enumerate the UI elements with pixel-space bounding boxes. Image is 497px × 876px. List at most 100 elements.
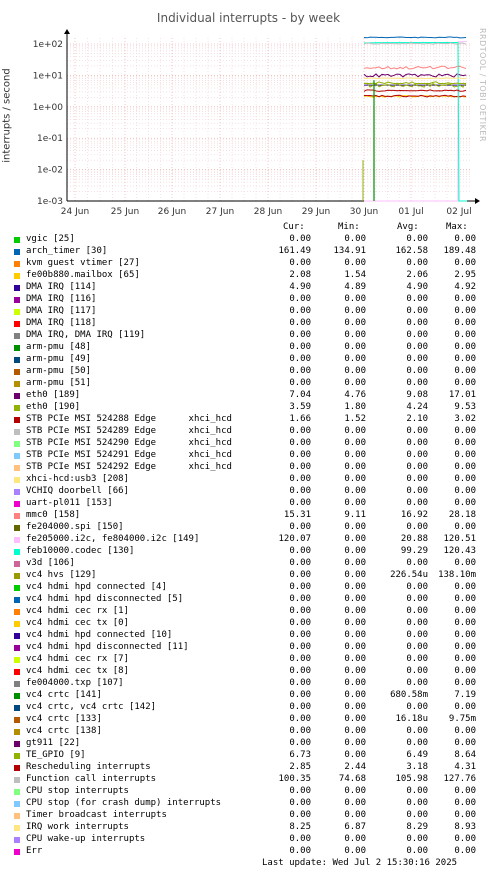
legend-row: Function call interrupts 100.35 74.68 105.9… [0, 774, 497, 786]
legend-max-value: 0.00 [454, 834, 476, 844]
legend-swatch [14, 561, 20, 567]
legend-max-value: 0.00 [454, 846, 476, 856]
legend-max-value: 0.00 [454, 306, 476, 316]
legend-cur-value: 0.00 [289, 486, 311, 496]
legend-series-name: vc4 hdmi hpd connected [10] [26, 630, 173, 640]
legend-series-name: vc4 hdmi hpd connected [4] [26, 582, 167, 592]
legend-max-value: 0.00 [454, 594, 476, 604]
y-tick-label: 1e+01 [33, 71, 63, 81]
legend-row: CPU stop (for crash dump) interrupts 0.00… [0, 798, 497, 810]
legend-row: IRQ work interrupts 8.25 6.87 8.29 8.93 [0, 822, 497, 834]
legend-series-name: CPU stop (for crash dump) interrupts [26, 798, 222, 808]
legend-swatch [14, 549, 20, 555]
y-axis-arrow [64, 29, 70, 34]
legend-max-value: 0.00 [454, 618, 476, 628]
legend-cur-value: 0.00 [289, 306, 311, 316]
legend-swatch [14, 345, 20, 351]
legend-max-value: 0.00 [454, 354, 476, 364]
legend-min-value: 0.00 [344, 702, 366, 712]
legend-row: feb10000.codec [130] 0.00 0.00 99.29 120.43 [0, 546, 497, 558]
legend-max-value: 127.76 [443, 774, 476, 784]
legend-swatch [14, 297, 20, 303]
legend-min-value: 6.87 [344, 822, 366, 832]
legend-cur-value: 0.00 [289, 798, 311, 808]
legend-swatch [14, 633, 20, 639]
legend-series-name: vc4 crtc [141] [26, 690, 102, 700]
legend-swatch [14, 489, 20, 495]
legend-swatch [14, 273, 20, 279]
legend-cur-value: 6.73 [289, 750, 311, 760]
legend-swatch [14, 741, 20, 747]
legend-swatch [14, 417, 20, 423]
series-line [363, 77, 467, 80]
y-tick-label: 1e-01 [37, 134, 63, 144]
legend-max-value: 28.18 [448, 510, 476, 520]
col-min-header: Min: [338, 222, 360, 232]
legend-min-value: 0.00 [344, 294, 366, 304]
legend-min-value: 0.00 [344, 234, 366, 244]
legend-swatch [14, 309, 20, 315]
legend-row: DMA IRQ [117] 0.00 0.00 0.00 0.00 [0, 306, 497, 318]
legend-min-value: 1.54 [344, 270, 366, 280]
legend-row: DMA IRQ [114] 4.90 4.89 4.90 4.92 [0, 282, 497, 294]
plot-area: 1e+02 1e+01 1e+00 1e-01 1e-02 1e-0324 Jun 25 J… [33, 29, 480, 217]
legend-max-value: 0.00 [454, 486, 476, 496]
legend-row: vc4 hdmi hpd disconnected [5] 0.00 0.00 0.0… [0, 594, 497, 606]
legend-max-value: 4.31 [454, 762, 476, 772]
legend-swatch [14, 657, 20, 663]
legend-swatch [14, 705, 20, 711]
legend-min-value: 0.00 [344, 546, 366, 556]
legend-swatch [14, 525, 20, 531]
legend-series-name: IRQ work interrupts [26, 822, 129, 832]
legend-min-value: 0.00 [344, 666, 366, 676]
legend-swatch [14, 537, 20, 543]
legend-row: eth0 [189] 7.04 4.76 9.08 17.01 [0, 390, 497, 402]
legend-series-name: mmc0 [158] [26, 510, 81, 520]
legend-swatch [14, 813, 20, 819]
legend-min-value: 9.11 [344, 510, 366, 520]
legend-max-value: 0.00 [454, 666, 476, 676]
legend-min-value: 0.00 [344, 534, 366, 544]
legend-min-value: 0.00 [344, 798, 366, 808]
legend-row: vc4 crtc [133] 0.00 0.00 16.18u 9.75m [0, 714, 497, 726]
legend-min-value: 0.00 [344, 438, 366, 448]
legend-cur-value: 0.00 [289, 630, 311, 640]
legend-series-name: STB PCIe MSI 524288 Edge xhci_hcd [26, 414, 232, 424]
legend-cur-value: 0.00 [289, 438, 311, 448]
x-tick-label: 30 Jun [350, 207, 378, 217]
legend-max-value: 0.00 [454, 642, 476, 652]
legend-min-value: 0.00 [344, 570, 366, 580]
legend-swatch [14, 609, 20, 615]
legend-swatch [14, 441, 20, 447]
legend-max-value: 0.00 [454, 258, 476, 268]
legend-row: DMA IRQ, DMA IRQ [119] 0.00 0.00 0.00 0.00 [0, 330, 497, 342]
legend-series-name: STB PCIe MSI 524291 Edge xhci_hcd [26, 450, 232, 460]
legend-max-value: 120.51 [443, 534, 476, 544]
legend-row: vc4 hvs [129] 0.00 0.00 226.54u 138.10m [0, 570, 497, 582]
legend-cur-value: 0.00 [289, 570, 311, 580]
legend-series-name: arch_timer [30] [26, 246, 108, 256]
legend-series-name: gt911 [22] [26, 738, 81, 748]
legend-max-value: 0.00 [454, 702, 476, 712]
legend-cur-value: 0.00 [289, 690, 311, 700]
legend-row: STB PCIe MSI 524291 Edge xhci_hcd 0.00 0.0… [0, 450, 497, 462]
legend-min-value: 0.00 [344, 318, 366, 328]
legend-max-value: 0.00 [454, 318, 476, 328]
legend-series-name: vc4 hvs [129] [26, 570, 97, 580]
legend-min-value: 0.00 [344, 642, 366, 652]
legend-row: arm-pmu [51] 0.00 0.00 0.00 0.00 [0, 378, 497, 390]
legend-cur-value: 0.00 [289, 450, 311, 460]
legend-series-name: vc4 crtc, vc4 crtc [142] [26, 702, 157, 712]
legend-row: vc4 hdmi cec tx [0] 0.00 0.00 0.00 0.00 [0, 618, 497, 630]
legend-cur-value: 0.00 [289, 702, 311, 712]
legend-min-value: 0.00 [344, 474, 366, 484]
legend-cur-value: 0.00 [289, 318, 311, 328]
legend-swatch [14, 729, 20, 735]
legend-min-value: 0.00 [344, 426, 366, 436]
legend-row: arm-pmu [49] 0.00 0.00 0.00 0.00 [0, 354, 497, 366]
legend-series-name: vc4 crtc [133] [26, 714, 102, 724]
legend-cur-value: 0.00 [289, 582, 311, 592]
legend-min-value: 0.00 [344, 486, 366, 496]
legend-series-name: xhci-hcd:usb3 [208] [26, 474, 129, 484]
legend-swatch [14, 285, 20, 291]
